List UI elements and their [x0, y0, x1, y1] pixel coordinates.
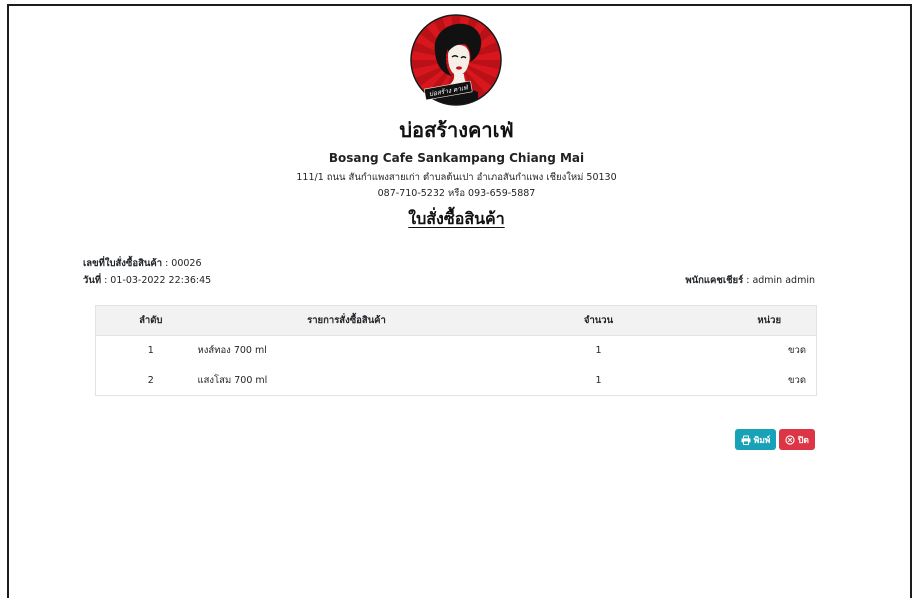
table-header: ลำดับ รายการสั่งซื้อสินค้า จำนวน หน่วย — [95, 305, 817, 336]
cell-index: 2 — [147, 374, 154, 386]
order-number-label: เลขที่ใบสั่งซื้อสินค้า — [83, 258, 163, 269]
cashier-name: admin admin — [752, 275, 815, 286]
print-button-label: พิมพ์ — [753, 435, 771, 446]
column-header-item: รายการสั่งซื้อสินค้า — [190, 305, 503, 336]
cell-item: แสงโสม 700 ml — [197, 374, 268, 386]
close-button[interactable]: ปิด — [779, 429, 815, 450]
order-number-row: เลขที่ใบสั่งซื้อสินค้า:00026 — [83, 255, 211, 272]
x-circle-icon — [785, 434, 795, 445]
cashier-info: พนักแคชเชียร์: admin admin — [685, 272, 815, 289]
separator: : — [165, 258, 169, 269]
order-date-value: 01-03-2022 22:36:45 — [110, 275, 212, 286]
print-button[interactable]: พิมพ์ — [735, 429, 776, 450]
document-title-text: ใบสั่งซื้อสินค้า — [408, 209, 505, 228]
order-date-row: วันที่:01-03-2022 22:36:45 — [83, 272, 211, 289]
order-number-value: 00026 — [171, 258, 202, 269]
separator: : — [746, 275, 750, 286]
table-row: 1 หงส์ทอง 700 ml 1 ขวด — [96, 336, 817, 366]
shop-address: 111/1 ถนน สันกำแพงสายเก่า ตำบลต้นเปา อำเ… — [296, 172, 617, 183]
shop-phone: 087-710-5232 หรือ 093-659-5887 — [377, 188, 536, 199]
cell-item: หงส์ทอง 700 ml — [197, 345, 267, 357]
document-title: ใบสั่งซื้อสินค้า — [0, 208, 913, 230]
column-header-quantity: จำนวน — [502, 305, 695, 336]
cell-unit: ขวด — [788, 374, 806, 386]
column-header-unit: หน่วย — [694, 305, 817, 336]
logo-lips — [456, 66, 462, 70]
close-button-label: ปิด — [798, 435, 809, 446]
table-body: 1 หงส์ทอง 700 ml 1 ขวด 2 แสงโสม 700 ml 1… — [96, 336, 817, 396]
cell-quantity: 1 — [595, 345, 602, 357]
cell-index: 1 — [147, 345, 154, 357]
shop-name-english: Bosang Cafe Sankampang Chiang Mai — [328, 151, 585, 165]
cell-quantity: 1 — [595, 374, 602, 386]
separator: : — [104, 275, 108, 286]
table-row: 2 แสงโสม 700 ml 1 ขวด — [96, 366, 817, 396]
order-info: เลขที่ใบสั่งซื้อสินค้า:00026 วันที่:01-0… — [83, 255, 211, 289]
order-items-table: ลำดับ รายการสั่งซื้อสินค้า จำนวน หน่วย 1… — [95, 305, 817, 396]
cafe-logo: บ่อสร้าง คาเฟ่ — [410, 14, 502, 106]
printer-icon — [741, 434, 751, 445]
cell-unit: ขวด — [788, 345, 806, 357]
shop-name: บ่อสร้างคาเฟ่ — [399, 118, 514, 142]
cashier-label: พนักแคชเชียร์ — [685, 275, 744, 286]
order-date-label: วันที่ — [83, 275, 102, 286]
column-header-index: ลำดับ — [95, 305, 191, 336]
table-header-row: ลำดับ รายการสั่งซื้อสินค้า จำนวน หน่วย — [95, 305, 817, 336]
